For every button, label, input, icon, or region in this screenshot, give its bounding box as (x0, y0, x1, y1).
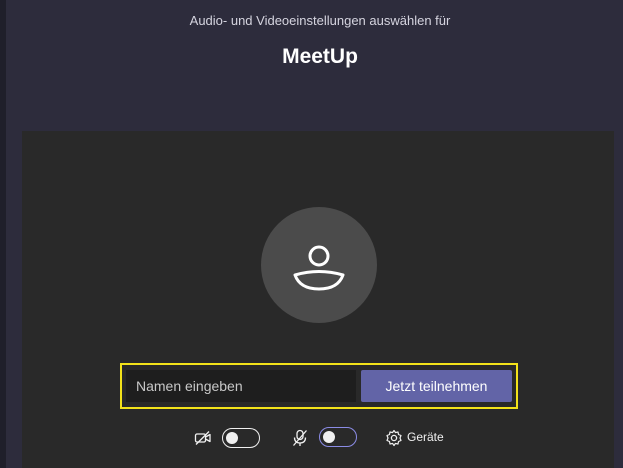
mic-off-icon (293, 429, 307, 446)
join-form: Jetzt teilnehmen (120, 363, 518, 409)
mic-toggle[interactable] (319, 427, 357, 447)
camera-toggle[interactable] (222, 428, 260, 448)
mic-toggle-knob (323, 430, 335, 443)
settings-subtitle: Audio- und Videoeinstellungen auswählen … (189, 13, 451, 28)
pre-join-screen: Audio- und Videoeinstellungen auswählen … (0, 0, 623, 468)
meeting-title: MeetUp (282, 45, 358, 68)
window-edge (0, 0, 6, 468)
name-input[interactable] (126, 370, 356, 402)
join-now-button[interactable]: Jetzt teilnehmen (361, 370, 512, 402)
person-icon (293, 245, 345, 291)
camera-toggle-knob (226, 431, 238, 444)
devices-button[interactable]: Geräte (407, 430, 444, 444)
gear-icon[interactable] (385, 429, 403, 447)
camera-off-icon (194, 431, 211, 445)
avatar (261, 207, 377, 323)
video-preview: Jetzt teilnehmen (22, 131, 614, 468)
media-controls: Geräte (22, 426, 614, 450)
